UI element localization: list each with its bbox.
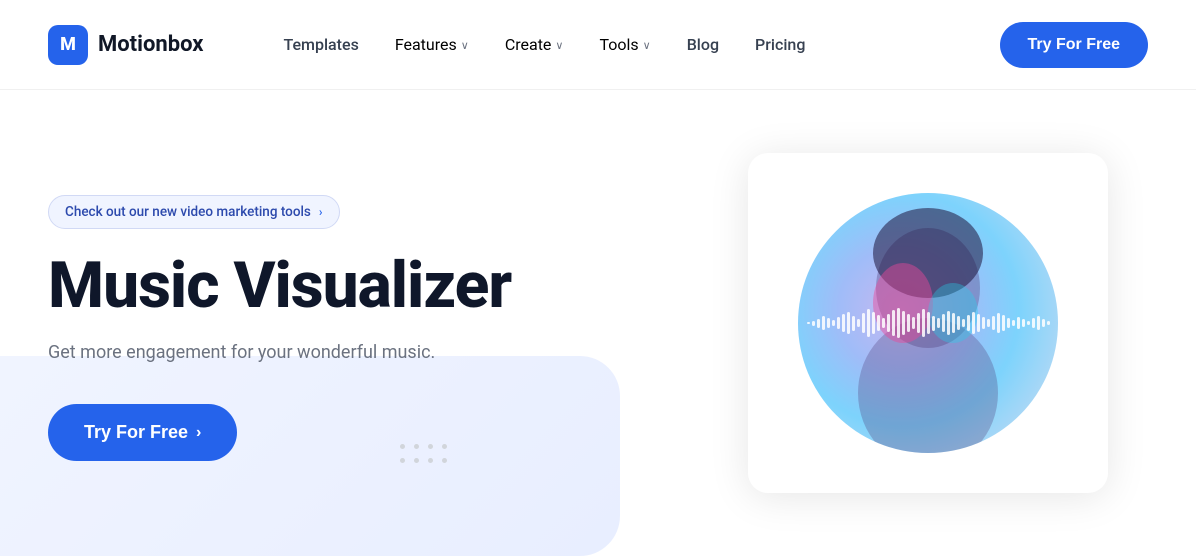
nav-item-blog[interactable]: Blog: [687, 35, 719, 54]
wave-bar: [1027, 321, 1030, 325]
wave-bar: [817, 319, 820, 328]
wave-bar: [882, 318, 885, 328]
hero-content: Check out our new video marketing tools …: [48, 185, 628, 461]
wave-bar: [827, 318, 830, 328]
wave-bar: [927, 312, 930, 334]
hero-section: Check out our new video marketing tools …: [0, 90, 1196, 556]
wave-bar: [1037, 316, 1040, 330]
wave-bar: [932, 316, 935, 331]
wave-bar: [867, 309, 870, 337]
wave-bar: [902, 311, 905, 335]
wave-bar: [832, 320, 835, 326]
logo-text: Motionbox: [98, 32, 203, 57]
wave-bar: [877, 315, 880, 331]
wave-bar: [957, 316, 960, 330]
hero-title: Music Visualizer: [48, 251, 628, 321]
hero-cta-arrow-icon: ›: [196, 424, 201, 442]
wave-bar: [1007, 318, 1010, 328]
badge-chevron-icon: ›: [319, 205, 323, 219]
hero-cta-label: Try For Free: [84, 422, 188, 443]
hero-subtitle: Get more engagement for your wonderful m…: [48, 339, 628, 366]
wave-bar: [847, 312, 850, 334]
nav-item-pricing[interactable]: Pricing: [755, 35, 805, 54]
nav-link-pricing[interactable]: Pricing: [755, 35, 805, 54]
wave-bar: [812, 321, 815, 326]
wave-bar: [962, 319, 965, 327]
wave-bar: [1042, 319, 1045, 327]
wave-bar: [1047, 321, 1050, 325]
wave-bar: [997, 313, 1000, 333]
wave-bar: [857, 319, 860, 327]
hero-right: [748, 153, 1128, 493]
wave-bar: [972, 312, 975, 334]
logo-icon: M: [48, 25, 88, 65]
wave-bar: [912, 317, 915, 329]
nav-item-templates[interactable]: Templates: [283, 35, 358, 54]
wave-bar: [862, 313, 865, 333]
wave-bar: [852, 316, 855, 331]
logo-letter: M: [60, 34, 76, 55]
logo-link[interactable]: M Motionbox: [48, 25, 203, 65]
visualizer-card: [748, 153, 1108, 493]
wave-bar: [887, 314, 890, 332]
wave-bar: [917, 313, 920, 333]
wave-bar: [937, 318, 940, 328]
wave-bar: [952, 313, 955, 333]
wave-bar: [897, 308, 900, 338]
hero-cta-button[interactable]: Try For Free ›: [48, 404, 237, 461]
visualizer-circle: [798, 193, 1058, 453]
nav-item-features[interactable]: Features: [395, 35, 469, 54]
wave-bar: [977, 314, 980, 332]
wave-bar: [892, 310, 895, 336]
wave-bar: [1012, 320, 1015, 326]
nav-item-create[interactable]: Create: [505, 35, 564, 54]
wave-bar: [987, 319, 990, 327]
navbar: M Motionbox Templates Features Create To…: [0, 0, 1196, 90]
hero-badge-text: Check out our new video marketing tools: [65, 204, 311, 220]
nav-cta-button[interactable]: Try For Free: [1000, 22, 1148, 68]
wave-bar: [807, 322, 810, 324]
wave-bar: [1002, 315, 1005, 331]
nav-link-features: Features: [395, 35, 457, 54]
wave-bar: [1032, 318, 1035, 328]
wave-bar: [822, 316, 825, 330]
nav-link-blog[interactable]: Blog: [687, 35, 719, 54]
nav-link-create: Create: [505, 35, 552, 54]
wave-bar: [942, 314, 945, 332]
nav-link-templates[interactable]: Templates: [283, 35, 358, 54]
nav-link-tools: Tools: [599, 35, 638, 54]
hero-badge[interactable]: Check out our new video marketing tools …: [48, 195, 340, 229]
wave-bar: [1022, 319, 1025, 327]
wave-bar: [842, 314, 845, 332]
nav-item-tools[interactable]: Tools: [599, 35, 650, 54]
wave-bar: [967, 315, 970, 331]
wave-bar: [872, 312, 875, 334]
wave-bar: [947, 311, 950, 335]
wave-bar: [837, 317, 840, 329]
wave-bar: [992, 316, 995, 330]
wave-bar: [907, 314, 910, 332]
nav-links: Templates Features Create Tools Blog Pri…: [283, 35, 805, 54]
wave-bar: [982, 317, 985, 329]
wave-bar: [1017, 317, 1020, 329]
wave-bar: [922, 309, 925, 337]
waveform-overlay: [798, 308, 1058, 338]
